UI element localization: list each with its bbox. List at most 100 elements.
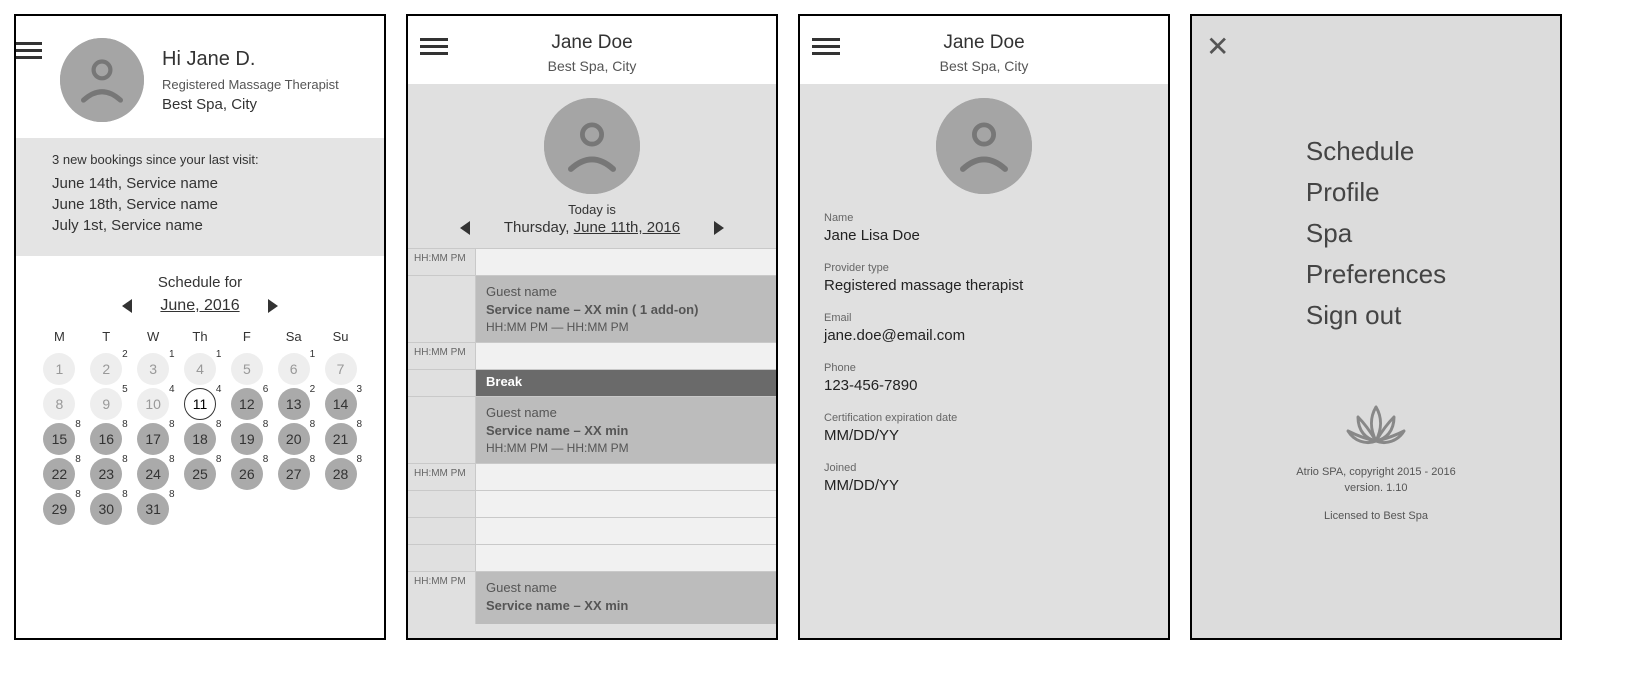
calendar-day-badge: 8 xyxy=(75,419,81,430)
schedule-for-label: Schedule for xyxy=(16,274,384,291)
close-icon[interactable]: ✕ xyxy=(1206,30,1229,63)
next-month-icon[interactable] xyxy=(268,299,278,313)
field-value: MM/DD/YY xyxy=(824,427,1144,444)
role-text: Registered Massage Therapist xyxy=(162,77,339,92)
time-label xyxy=(408,518,476,544)
field-value: Registered massage therapist xyxy=(824,277,1144,294)
timeline-break[interactable]: Break xyxy=(476,370,776,396)
menu-item-spa[interactable]: Spa xyxy=(1306,218,1446,249)
timeline-slot-empty[interactable] xyxy=(476,518,776,544)
calendar-day[interactable]: 2 xyxy=(90,353,122,385)
calendar-day-badge: 8 xyxy=(310,454,316,465)
time-label: HH:MM PM xyxy=(408,464,476,490)
calendar-day[interactable]: 26 xyxy=(231,458,263,490)
calendar-day[interactable]: 8 xyxy=(43,388,75,420)
profile-field: Phone123-456-7890 xyxy=(824,362,1144,394)
calendar-dow: F xyxy=(223,329,270,350)
calendar-day[interactable]: 31 xyxy=(137,493,169,525)
calendar-day[interactable]: 25 xyxy=(184,458,216,490)
calendar-day-badge: 1 xyxy=(216,349,222,360)
prev-day-icon[interactable] xyxy=(460,221,470,235)
menu-item-sign-out[interactable]: Sign out xyxy=(1306,300,1446,331)
calendar-day-badge: 4 xyxy=(216,384,222,395)
booking-guest: Guest name xyxy=(486,580,766,595)
calendar-day[interactable]: 5 xyxy=(231,353,263,385)
calendar-day[interactable]: 19 xyxy=(231,423,263,455)
screen-menu-drawer: ✕ ScheduleProfileSpaPreferencesSign out … xyxy=(1190,14,1562,640)
calendar-day[interactable]: 14 xyxy=(325,388,357,420)
calendar-day[interactable]: 28 xyxy=(325,458,357,490)
calendar-day[interactable]: 22 xyxy=(43,458,75,490)
menu-item-profile[interactable]: Profile xyxy=(1306,177,1446,208)
calendar-day[interactable]: 20 xyxy=(278,423,310,455)
time-label: HH:MM PM xyxy=(408,249,476,275)
calendar-day-badge: 8 xyxy=(122,454,128,465)
calendar-day-badge: 6 xyxy=(263,384,269,395)
menu-icon[interactable] xyxy=(420,34,448,59)
timeline-booking[interactable]: Guest nameService name – XX min ( 1 add-… xyxy=(476,276,776,342)
calendar-day[interactable]: 11 xyxy=(184,388,216,420)
calendar-day-badge: 2 xyxy=(310,384,316,395)
spa-text: Best Spa, City xyxy=(408,58,776,74)
calendar-day[interactable]: 10 xyxy=(137,388,169,420)
field-value: MM/DD/YY xyxy=(824,477,1144,494)
menu-item-schedule[interactable]: Schedule xyxy=(1306,136,1446,167)
time-label: HH:MM PM xyxy=(408,343,476,369)
avatar[interactable] xyxy=(936,98,1032,194)
today-label: Today is xyxy=(408,202,776,217)
calendar-day-badge: 8 xyxy=(216,419,222,430)
calendar-day[interactable]: 1 xyxy=(43,353,75,385)
calendar-day-badge: 1 xyxy=(310,349,316,360)
timeline-slot-empty[interactable] xyxy=(476,249,776,275)
calendar-day[interactable]: 24 xyxy=(137,458,169,490)
calendar-day-badge: 3 xyxy=(356,384,362,395)
field-label: Phone xyxy=(824,362,1144,374)
menu-icon[interactable] xyxy=(14,38,42,63)
avatar[interactable] xyxy=(60,38,144,122)
time-label xyxy=(408,370,476,396)
timeline-slot-empty[interactable] xyxy=(476,464,776,490)
calendar-day[interactable]: 18 xyxy=(184,423,216,455)
calendar-day[interactable]: 3 xyxy=(137,353,169,385)
calendar-day[interactable]: 16 xyxy=(90,423,122,455)
calendar-day[interactable]: 4 xyxy=(184,353,216,385)
timeline-slot-empty[interactable] xyxy=(476,491,776,517)
profile-field: Emailjane.doe@email.com xyxy=(824,312,1144,344)
avatar[interactable] xyxy=(544,98,640,194)
time-label xyxy=(408,276,476,342)
calendar-day[interactable]: 15 xyxy=(43,423,75,455)
calendar-day-badge: 8 xyxy=(356,454,362,465)
new-booking-line[interactable]: June 18th, Service name xyxy=(52,196,366,213)
calendar-day[interactable]: 6 xyxy=(278,353,310,385)
calendar-day-badge: 1 xyxy=(169,349,175,360)
field-value: jane.doe@email.com xyxy=(824,327,1144,344)
calendar-day[interactable]: 9 xyxy=(90,388,122,420)
menu-item-preferences[interactable]: Preferences xyxy=(1306,259,1446,290)
month-picker[interactable]: June, 2016 xyxy=(160,297,239,315)
timeline-booking[interactable]: Guest nameService name – XX minHH:MM PM … xyxy=(476,397,776,463)
timeline-booking[interactable]: Guest nameService name – XX min xyxy=(476,572,776,624)
calendar-day[interactable]: 27 xyxy=(278,458,310,490)
calendar-day[interactable]: 7 xyxy=(325,353,357,385)
calendar-day[interactable]: 21 xyxy=(325,423,357,455)
prev-month-icon[interactable] xyxy=(122,299,132,313)
timeline[interactable]: HH:MM PMGuest nameService name – XX min … xyxy=(408,248,776,638)
calendar-day[interactable]: 13 xyxy=(278,388,310,420)
calendar-day[interactable]: 12 xyxy=(231,388,263,420)
next-day-icon[interactable] xyxy=(714,221,724,235)
calendar-day-badge: 8 xyxy=(75,489,81,500)
timeline-slot-empty[interactable] xyxy=(476,343,776,369)
calendar-day[interactable]: 29 xyxy=(43,493,75,525)
calendar-day[interactable]: 23 xyxy=(90,458,122,490)
menu-icon[interactable] xyxy=(812,34,840,59)
new-booking-line[interactable]: July 1st, Service name xyxy=(52,217,366,234)
calendar-day-badge: 8 xyxy=(263,419,269,430)
calendar-day[interactable]: 17 xyxy=(137,423,169,455)
date-picker[interactable]: Thursday, June 11th, 2016 xyxy=(504,219,680,236)
calendar-day[interactable]: 30 xyxy=(90,493,122,525)
profile-field: JoinedMM/DD/YY xyxy=(824,462,1144,494)
timeline-slot-empty[interactable] xyxy=(476,545,776,571)
new-booking-line[interactable]: June 14th, Service name xyxy=(52,175,366,192)
calendar-day-badge: 8 xyxy=(263,454,269,465)
field-label: Certification expiration date xyxy=(824,412,1144,424)
